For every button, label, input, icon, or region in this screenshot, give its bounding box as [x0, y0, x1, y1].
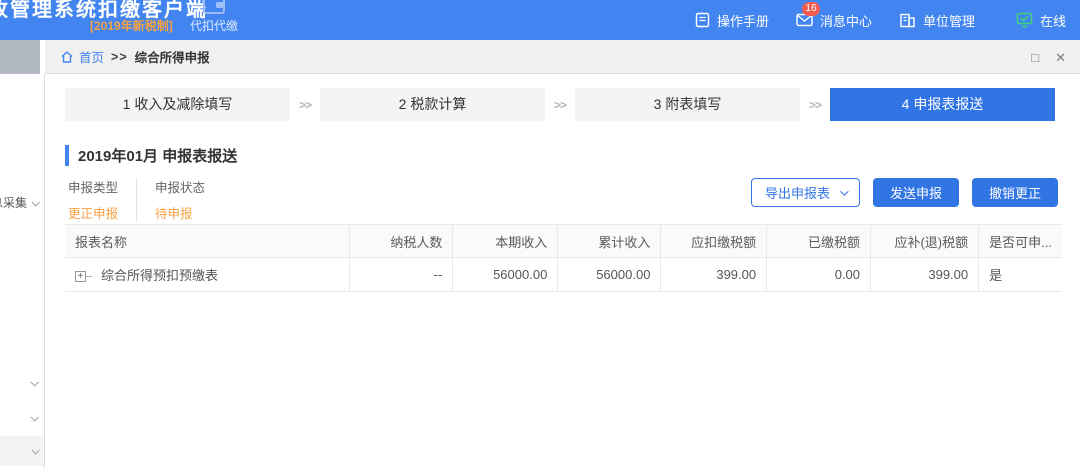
close-button[interactable]: ✕	[1055, 51, 1066, 64]
col-current-income: 本期收入	[453, 225, 558, 258]
report-name-text: 综合所得预扣预缴表	[101, 268, 218, 283]
chevron-down-icon	[840, 187, 848, 195]
cell-refund-tax: 399.00	[871, 258, 979, 292]
revoke-correction-button[interactable]: 撤销更正	[972, 178, 1058, 207]
field-declaration-status-value: 待申报	[155, 203, 205, 222]
maximize-button[interactable]: □	[1031, 51, 1039, 64]
cell-total-income: 56000.00	[558, 258, 661, 292]
col-refund-tax: 应补(退)税额	[871, 225, 979, 258]
export-report-button[interactable]: 导出申报表	[751, 178, 860, 207]
step-separator: >>	[290, 98, 320, 112]
expand-icon[interactable]	[75, 271, 92, 282]
field-declaration-type: 申报类型 更正申报	[68, 177, 118, 222]
manual-link-label: 操作手册	[717, 11, 769, 30]
cell-report-name: 综合所得预扣预缴表	[65, 258, 350, 292]
col-withholding-tax: 应扣缴税额	[661, 225, 767, 258]
org-management-label: 单位管理	[923, 11, 975, 30]
report-table: 报表名称 纳税人数 本期收入 累计收入 应扣缴税额 已缴税额 应补(退)税额 是…	[65, 224, 1062, 292]
cell-deliverable: 是	[979, 258, 1062, 292]
message-center-label: 消息中心	[820, 11, 872, 30]
sidebar-item-collect-label: 息采集	[0, 194, 27, 211]
step-4-submit[interactable]: 4 申报表报送	[830, 88, 1055, 121]
module-label: 代扣代缴	[183, 17, 245, 34]
org-management-link[interactable]: 单位管理	[899, 11, 975, 30]
breadcrumb-home-label: 首页	[79, 47, 104, 66]
step-2-tax-calc[interactable]: 2 税款计算	[320, 88, 545, 121]
step-3-attached[interactable]: 3 附表填写	[575, 88, 800, 121]
col-paid-tax: 已缴税额	[767, 225, 871, 258]
sidebar-collapse-block[interactable]	[0, 40, 40, 74]
online-monitor-icon	[1016, 12, 1033, 28]
field-divider	[136, 178, 137, 222]
message-badge: 16	[802, 2, 820, 16]
cell-withholding-tax: 399.00	[661, 258, 767, 292]
field-declaration-type-value: 更正申报	[68, 203, 118, 222]
online-status[interactable]: 在线	[1016, 11, 1066, 30]
field-declaration-status: 申报状态 待申报	[155, 177, 205, 222]
sidebar-item-collect[interactable]: 息采集	[0, 194, 45, 211]
section-title: 2019年01月 申报表报送	[65, 145, 237, 166]
tax-scheme-label: [2019年新税制]	[90, 17, 173, 34]
cell-paid-tax: 0.00	[767, 258, 871, 292]
cell-taxpayer-count: --	[350, 258, 453, 292]
building-icon	[899, 13, 916, 28]
field-declaration-type-label: 申报类型	[68, 177, 118, 196]
home-icon	[60, 50, 74, 64]
manual-link[interactable]: 操作手册	[695, 11, 769, 30]
chevron-down-icon	[31, 198, 39, 206]
field-declaration-status-label: 申报状态	[155, 177, 205, 196]
action-buttons: 导出申报表 发送申报 撤销更正	[751, 178, 1058, 207]
header-links: 操作手册 16 消息中心 单位管理 在线	[695, 0, 1066, 40]
step-1-income[interactable]: 1 收入及减除填写	[65, 88, 290, 121]
chevron-down-icon[interactable]	[30, 413, 38, 421]
col-taxpayer-count: 纳税人数	[350, 225, 453, 258]
col-report-name: 报表名称	[65, 225, 350, 258]
online-status-label: 在线	[1040, 11, 1066, 30]
sidebar: 息采集 询 询	[0, 74, 45, 468]
chevron-down-icon[interactable]	[30, 378, 38, 386]
chevron-down-icon	[31, 446, 39, 454]
breadcrumb-current: 综合所得申报	[135, 47, 210, 66]
col-deliverable: 是否可申...	[979, 225, 1062, 258]
declaration-fields: 申报类型 更正申报 申报状态 待申报	[68, 177, 205, 222]
breadcrumb-separator: >>	[111, 50, 128, 64]
send-declaration-button[interactable]: 发送申报	[873, 178, 959, 207]
app-header: 收管理系统扣缴客户端 [2019年新税制] 代扣代缴 操作手册 16 消息中心	[0, 0, 1080, 40]
step-separator: >>	[545, 98, 575, 112]
table-row[interactable]: 综合所得预扣预缴表 -- 56000.00 56000.00 399.00 0.…	[65, 258, 1062, 292]
main-panel: 1 收入及减除填写 >> 2 税款计算 >> 3 附表填写 >> 4 申报表报送…	[45, 74, 1080, 468]
module-withholding[interactable]: 代扣代缴	[183, 0, 245, 40]
sidebar-item-active-group[interactable]	[0, 436, 45, 466]
message-center-link[interactable]: 16 消息中心	[796, 11, 872, 30]
breadcrumb-home[interactable]: 首页	[60, 47, 104, 66]
col-total-income: 累计收入	[558, 225, 661, 258]
table-header-row: 报表名称 纳税人数 本期收入 累计收入 应扣缴税额 已缴税额 应补(退)税额 是…	[65, 225, 1062, 258]
breadcrumb: 首页 >> 综合所得申报 □ ✕	[45, 40, 1080, 74]
window-controls: □ ✕	[1031, 40, 1066, 74]
export-report-label: 导出申报表	[765, 183, 830, 202]
cell-current-income: 56000.00	[453, 258, 558, 292]
step-wizard: 1 收入及减除填写 >> 2 税款计算 >> 3 附表填写 >> 4 申报表报送	[65, 88, 1055, 121]
manual-icon	[695, 12, 710, 28]
step-separator: >>	[800, 98, 830, 112]
